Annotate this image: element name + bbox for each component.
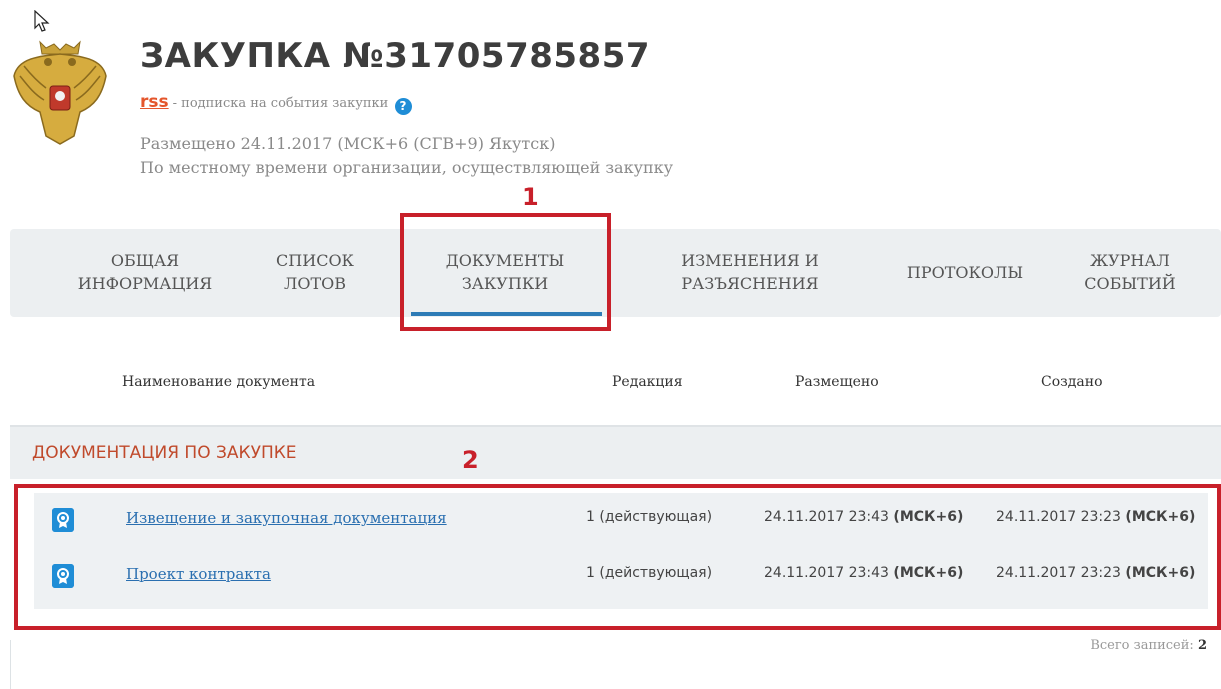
tab-bar: ОБЩАЯ ИНФОРМАЦИЯ СПИСОК ЛОТОВ ДОКУМЕНТЫ … <box>10 229 1221 317</box>
section-title: ДОКУМЕНТАЦИЯ ПО ЗАКУПКЕ <box>32 443 297 463</box>
tab-label-line: ИНФОРМАЦИЯ <box>77 274 213 293</box>
tab-label-line: ЛОТОВ <box>283 274 346 293</box>
divider <box>10 640 11 689</box>
posted-timezone-note: По местному времени организации, осущест… <box>140 158 674 177</box>
rss-link[interactable]: rss <box>140 92 169 112</box>
total-records-count: 2 <box>1197 638 1207 653</box>
annotation-box-1 <box>400 213 611 331</box>
tab-label-line: ОБЩАЯ <box>110 251 180 270</box>
tab-label-line: СПИСОК <box>276 251 354 270</box>
coat-of-arms-emblem <box>13 40 107 145</box>
annotation-box-2 <box>14 484 1221 630</box>
tab-label-line: ПРОТОКОЛЫ <box>906 263 1024 282</box>
total-records: Всего записей: 2 <box>1090 638 1207 653</box>
tab-label-line: РАЗЪЯСНЕНИЯ <box>681 274 819 293</box>
page-title: ЗАКУПКА №31705785857 <box>140 36 651 76</box>
annotation-marker-2: 2 <box>462 446 479 474</box>
total-records-label: Всего записей: <box>1090 638 1194 653</box>
help-icon[interactable]: ? <box>394 98 412 115</box>
tab-label-line: ЖУРНАЛ <box>1090 251 1170 270</box>
tab-label-line: ИЗМЕНЕНИЯ И <box>681 251 819 270</box>
posted-info: Размещено 24.11.2017 (МСК+6 (СГВ+9) Якут… <box>140 134 556 153</box>
tab-label-line: СОБЫТИЙ <box>1084 274 1176 293</box>
rss-subscription: rss - подписка на события закупки ? <box>140 92 412 115</box>
tab-protocols[interactable]: ПРОТОКОЛЫ <box>895 261 1035 284</box>
tab-event-log[interactable]: ЖУРНАЛ СОБЫТИЙ <box>1070 249 1190 295</box>
mouse-cursor-icon <box>34 10 50 32</box>
annotation-marker-1: 1 <box>522 183 539 211</box>
column-header-revision: Редакция <box>612 374 683 390</box>
tab-lot-list[interactable]: СПИСОК ЛОТОВ <box>260 249 370 295</box>
tab-general-info[interactable]: ОБЩАЯ ИНФОРМАЦИЯ <box>70 249 220 295</box>
column-header-name: Наименование документа <box>122 374 316 390</box>
column-header-posted: Размещено <box>795 374 879 390</box>
rss-note: - подписка на события закупки <box>172 96 389 111</box>
column-header-created: Создано <box>1041 374 1103 390</box>
tab-changes-clarifications[interactable]: ИЗМЕНЕНИЯ И РАЗЪЯСНЕНИЯ <box>665 249 835 295</box>
